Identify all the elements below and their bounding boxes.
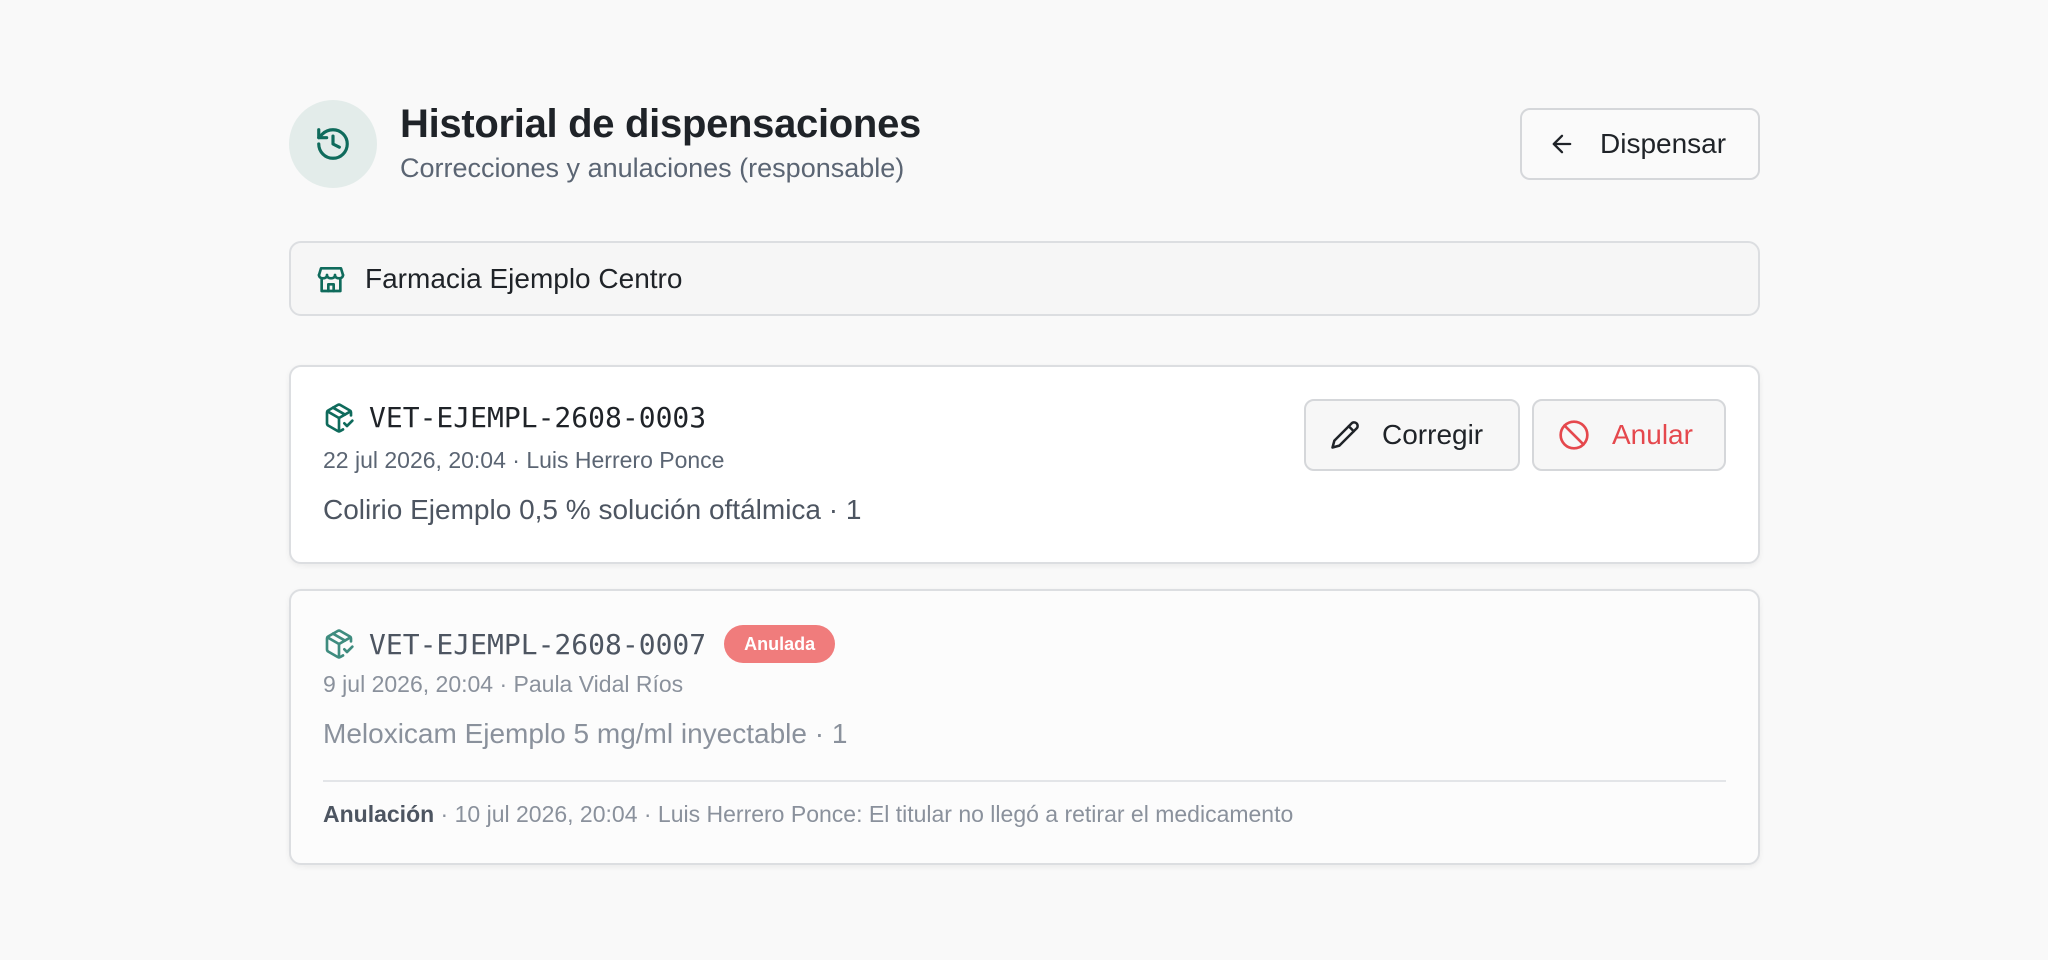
- status-badge: Anulada: [724, 625, 836, 663]
- dispensar-button-label: Dispensar: [1600, 128, 1727, 159]
- void-note: Anulación · 10 jul 2026, 20:04 · Luis He…: [323, 801, 1293, 828]
- dispensation-product: Meloxicam Ejemplo 5 mg/ml inyectable · 1: [323, 718, 848, 749]
- dispensation-card-voided: VET-EJEMPL-2608-0007 Anulada 9 jul 2026,…: [289, 589, 1760, 865]
- package-check-icon: [323, 402, 355, 434]
- dispensation-header: VET-EJEMPL-2608-0007 Anulada: [323, 625, 836, 663]
- ban-icon: [1558, 419, 1590, 451]
- void-note-text: · 10 jul 2026, 20:04 · Luis Herrero Ponc…: [434, 801, 1294, 827]
- header-text: Historial de dispensaciones Correcciones…: [400, 100, 921, 186]
- pharmacy-name: Farmacia Ejemplo Centro: [365, 262, 683, 294]
- divider: [323, 780, 1726, 782]
- anular-button-label: Anular: [1612, 419, 1693, 450]
- page-subtitle: Correcciones y anulaciones (responsable): [400, 153, 905, 183]
- store-icon: [315, 263, 347, 295]
- dispensation-header: VET-EJEMPL-2608-0003: [323, 401, 706, 434]
- dispensation-product: Colirio Ejemplo 0,5 % solución oftálmica…: [323, 494, 862, 525]
- page-header: Historial de dispensaciones Correcciones…: [289, 100, 1760, 188]
- main-content: Historial de dispensaciones Correcciones…: [289, 100, 1760, 865]
- dispensation-meta: 22 jul 2026, 20:04 · Luis Herrero Ponce: [323, 447, 725, 473]
- history-icon: [289, 100, 377, 188]
- arrow-left-icon: [1548, 130, 1576, 158]
- dispensation-card: VET-EJEMPL-2608-0003 22 jul 2026, 20:04 …: [289, 365, 1760, 564]
- package-check-icon: [323, 628, 355, 660]
- dispensar-button[interactable]: Dispensar: [1520, 108, 1760, 180]
- dispensation-actions: Corregir Anular: [1304, 399, 1726, 471]
- pharmacy-bar: Farmacia Ejemplo Centro: [289, 241, 1760, 316]
- corregir-button-label: Corregir: [1382, 419, 1484, 450]
- dispensation-meta: 9 jul 2026, 20:04 · Paula Vidal Ríos: [323, 671, 684, 697]
- dispensation-id: VET-EJEMPL-2608-0003: [369, 401, 707, 434]
- corregir-button[interactable]: Corregir: [1304, 399, 1520, 471]
- dispensation-id: VET-EJEMPL-2608-0007: [369, 627, 707, 661]
- void-note-label: Anulación: [323, 801, 435, 827]
- page-title: Historial de dispensaciones: [400, 102, 921, 146]
- pencil-icon: [1330, 420, 1360, 450]
- anular-button[interactable]: Anular: [1532, 399, 1726, 471]
